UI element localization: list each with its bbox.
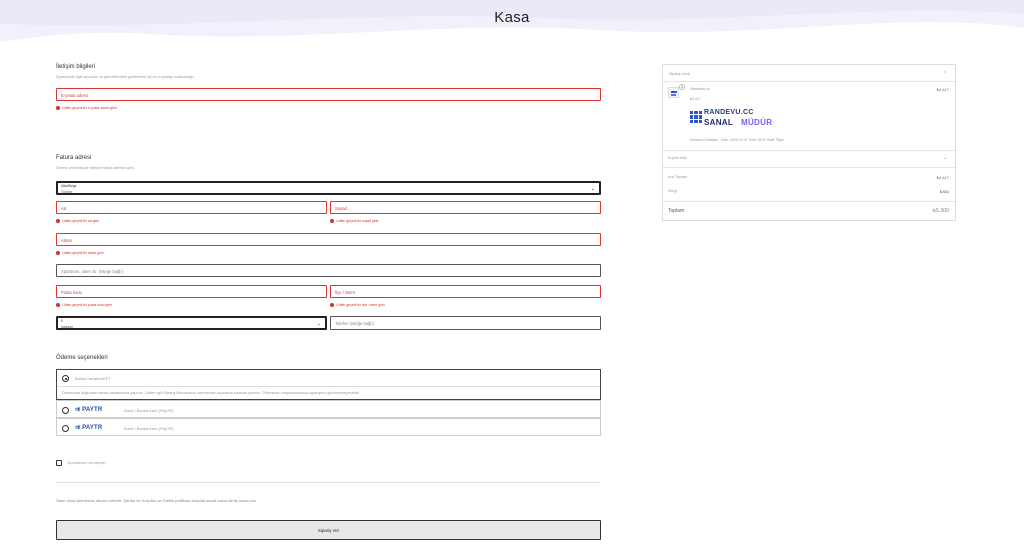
province-value: İstanbul <box>61 325 73 329</box>
last-name-error-text: Lütfen geçerli bir soyad girin <box>336 219 379 223</box>
bank-label: Banka havalesi/EFT <box>75 376 111 381</box>
error-icon <box>56 303 60 307</box>
subtotal-value: ₺4.417 <box>936 175 949 180</box>
apartment-placeholder: Apartman, daire vb. (isteğe bağlı) <box>61 268 123 274</box>
payment-section-title: Ödeme seçenekleri <box>56 355 108 361</box>
chevron-down-icon[interactable]: ⌄ <box>943 155 947 161</box>
billing-section-title: Fatura adresi <box>56 155 92 161</box>
error-icon <box>330 219 334 223</box>
product-name: Randevu.cc <box>690 87 711 91</box>
summary-divider <box>663 167 955 168</box>
first-name-field[interactable]: Ad <box>56 201 327 214</box>
address-error: Lütfen geçerli bir adres girin <box>56 251 104 255</box>
logo-bottom-text-b: MÜDÜR <box>741 118 773 127</box>
total-value: ₺5.300 <box>932 208 949 214</box>
paytr-logo-text: PAYTR <box>82 407 103 413</box>
country-select[interactable]: Ülke/Bölge Türkiye ⌄ <box>56 181 601 195</box>
first-name-error: Lütfen geçerli bir ad girin <box>56 219 99 223</box>
order-summary: Sipariş özeti ⌃ 1 Randevu.cc ₺4.417 ₺4.4… <box>662 64 956 221</box>
phone-field[interactable]: Telefon (isteğe bağlı) <box>330 316 601 330</box>
logo-top-text: RANDEVU.CC <box>704 109 754 116</box>
product-price-small: ₺4.417 <box>690 97 701 101</box>
paytr-label-1: Kredi / Banka Kartı (PayTR) <box>124 407 174 413</box>
subtotal-label: Ara Toplam <box>668 175 688 179</box>
terms-text: Satın alma işleminizle devam ederek, Şar… <box>56 498 257 503</box>
randevu-logo-icon <box>690 111 702 123</box>
address-placeholder: Adres <box>61 237 72 243</box>
error-icon <box>330 303 334 307</box>
summary-divider <box>663 201 955 202</box>
contact-section-subtitle: Siparişinizle ilgili ayrıntıları ve günc… <box>56 75 196 79</box>
address-error-text: Lütfen geçerli bir adres girin <box>62 251 104 255</box>
summary-divider <box>663 81 955 82</box>
chevron-up-icon[interactable]: ⌃ <box>943 71 947 77</box>
error-icon <box>56 251 60 255</box>
order-note-checkbox[interactable] <box>56 460 62 466</box>
logo-bottom-text-a: SANAL <box>704 118 734 127</box>
payment-option-paytr-1[interactable]: ⇉ PAYTR Kredi / Banka Kartı (PayTR) <box>56 400 601 418</box>
error-icon <box>56 219 60 223</box>
appointment-details: Randevu Detayları : Date: 2025-01-02 Tim… <box>690 138 785 142</box>
coupon-toggle[interactable]: Kupon ekle <box>668 156 687 160</box>
paytr-logo-icon: ⇉ <box>75 407 81 413</box>
province-label: İl <box>61 319 63 323</box>
email-error-text: Lütfen geçerli bir e-posta adresi girin <box>62 106 117 110</box>
country-value: Türkiye <box>61 190 73 194</box>
payment-option-paytr-2[interactable]: ⇉ PAYTR Kredi / Banka Kartı (PayTR) <box>56 418 601 436</box>
city-placeholder: İlçe / Semt <box>335 289 355 295</box>
bank-divider <box>57 386 600 387</box>
summary-title[interactable]: Sipariş özeti <box>669 72 690 76</box>
bank-radio[interactable] <box>62 375 69 382</box>
city-field[interactable]: İlçe / Semt <box>330 285 601 298</box>
postcode-error-text: Lütfen geçerli bir posta kodu girin <box>62 303 112 307</box>
last-name-placeholder: Soyad <box>335 205 347 211</box>
city-error-text: Lütfen geçerli bir ilçe / semt girin <box>336 303 385 307</box>
payment-option-bank[interactable]: Banka havalesi/EFT Ödemenizi doğrudan ba… <box>56 369 601 400</box>
paytr-radio-1[interactable] <box>62 406 69 414</box>
order-note-label[interactable]: Siparişinize not ekleyin <box>67 461 106 465</box>
first-name-error-text: Lütfen geçerli bir ad girin <box>62 219 100 223</box>
error-icon <box>56 106 60 110</box>
quantity-badge: 1 <box>679 84 685 90</box>
total-label: Toplam <box>668 208 685 214</box>
chevron-down-icon: ⌄ <box>590 186 595 192</box>
address-field[interactable]: Adres <box>56 233 601 246</box>
bank-note: Ödemenizi doğrudan banka hesabımıza yapı… <box>62 391 360 395</box>
page-header: Kasa <box>0 0 1024 50</box>
first-name-placeholder: Ad <box>61 205 67 211</box>
phone-placeholder: Telefon (isteğe bağlı) <box>335 320 374 326</box>
chevron-down-icon: ⌄ <box>316 321 321 327</box>
product-price: ₺4.417 <box>936 87 949 92</box>
tax-label: Vergi <box>668 189 677 193</box>
email-error: Lütfen geçerli bir e-posta adresi girin <box>56 106 117 110</box>
billing-section-subtitle: Ödeme yönteminizle eşleşen fatura adresi… <box>56 166 135 170</box>
country-label: Ülke/Bölge <box>61 184 77 188</box>
postcode-error: Lütfen geçerli bir posta kodu girin <box>56 303 112 307</box>
thumbnail-line <box>671 94 676 96</box>
place-order-button[interactable]: Sipariş Ver <box>56 520 601 540</box>
summary-divider <box>663 150 955 151</box>
paytr-logo-2: ⇉ PAYTR <box>75 424 102 431</box>
divider <box>56 482 601 483</box>
city-error: Lütfen geçerli bir ilçe / semt girin <box>330 303 385 307</box>
tax-value: ₺883 <box>939 189 949 194</box>
postcode-field[interactable]: Posta kodu <box>56 285 327 298</box>
last-name-field[interactable]: Soyad <box>330 201 601 214</box>
product-thumbnail <box>668 87 679 98</box>
paytr-label-2: Kredi / Banka Kartı (PayTR) <box>124 425 174 431</box>
province-select[interactable]: İl İstanbul ⌄ <box>56 316 327 330</box>
last-name-error: Lütfen geçerli bir soyad girin <box>330 219 378 223</box>
postcode-placeholder: Posta kodu <box>61 289 82 295</box>
paytr-logo-icon: ⇉ <box>75 425 81 431</box>
page-title: Kasa <box>494 9 530 26</box>
apartment-field[interactable]: Apartman, daire vb. (isteğe bağlı) <box>56 264 601 277</box>
paytr-logo-1: ⇉ PAYTR <box>75 406 102 413</box>
thumbnail-line <box>671 91 677 93</box>
email-field[interactable]: E-posta adresi <box>56 88 601 101</box>
paytr-logo-text: PAYTR <box>82 425 103 431</box>
email-placeholder: E-posta adresi <box>61 92 88 98</box>
contact-section-title: İletişim bilgileri <box>56 64 96 70</box>
paytr-radio-2[interactable] <box>62 424 69 432</box>
